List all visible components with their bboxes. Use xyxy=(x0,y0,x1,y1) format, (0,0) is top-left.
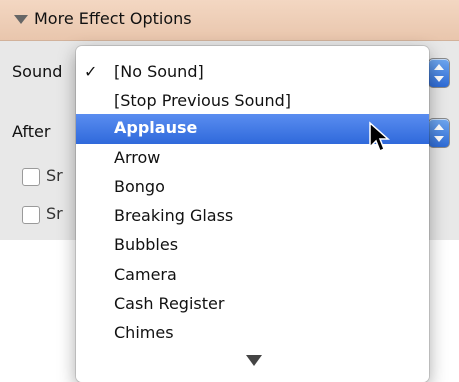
mouse-pointer-icon xyxy=(369,121,390,153)
option-checkbox-1[interactable] xyxy=(22,168,40,186)
after-popup-stepper[interactable] xyxy=(428,118,450,148)
menu-item-label: Camera xyxy=(114,265,177,284)
menu-item-label: Breaking Glass xyxy=(114,206,234,225)
menu-item-bongo[interactable]: Bongo xyxy=(76,173,429,203)
stepper-down-icon xyxy=(434,76,444,82)
menu-item-label: [No Sound] xyxy=(114,62,204,81)
sound-popup-stepper[interactable] xyxy=(428,58,450,88)
menu-item-label: [Stop Previous Sound] xyxy=(114,91,292,110)
panel-title: More Effect Options xyxy=(34,9,192,28)
scroll-down-arrow-icon[interactable] xyxy=(246,355,262,366)
menu-item-label: Bongo xyxy=(114,177,165,196)
stepper-up-icon xyxy=(434,64,444,70)
sound-dropdown-menu: ✓ [No Sound] [Stop Previous Sound] Appla… xyxy=(76,46,429,382)
menu-item-bubbles[interactable]: Bubbles xyxy=(76,231,429,261)
option-checkbox-2[interactable] xyxy=(22,206,40,224)
stepper-down-icon xyxy=(434,136,444,142)
sound-label: Sound xyxy=(12,62,63,81)
menu-item-chimes[interactable]: Chimes xyxy=(76,319,429,349)
option-checkbox-1-label: Sr xyxy=(46,166,63,185)
menu-item-cash-register[interactable]: Cash Register xyxy=(76,290,429,320)
menu-item-breaking-glass[interactable]: Breaking Glass xyxy=(76,202,429,232)
menu-item-stop-previous-sound[interactable]: [Stop Previous Sound] xyxy=(76,87,429,117)
checkmark-icon: ✓ xyxy=(84,62,98,81)
menu-item-label: Arrow xyxy=(114,148,161,167)
stepper-up-icon xyxy=(434,124,444,130)
more-effect-options-header[interactable]: More Effect Options xyxy=(0,0,459,41)
menu-item-camera[interactable]: Camera xyxy=(76,261,429,291)
menu-item-label: Cash Register xyxy=(114,294,225,313)
option-checkbox-2-label: Sr xyxy=(46,204,63,223)
menu-item-label: Chimes xyxy=(114,323,174,342)
menu-item-no-sound[interactable]: ✓ [No Sound] xyxy=(76,58,429,88)
menu-item-label: Bubbles xyxy=(114,235,179,254)
disclosure-triangle-icon[interactable] xyxy=(14,15,28,24)
menu-item-label: Applause xyxy=(114,118,198,137)
after-label: After xyxy=(12,122,51,141)
